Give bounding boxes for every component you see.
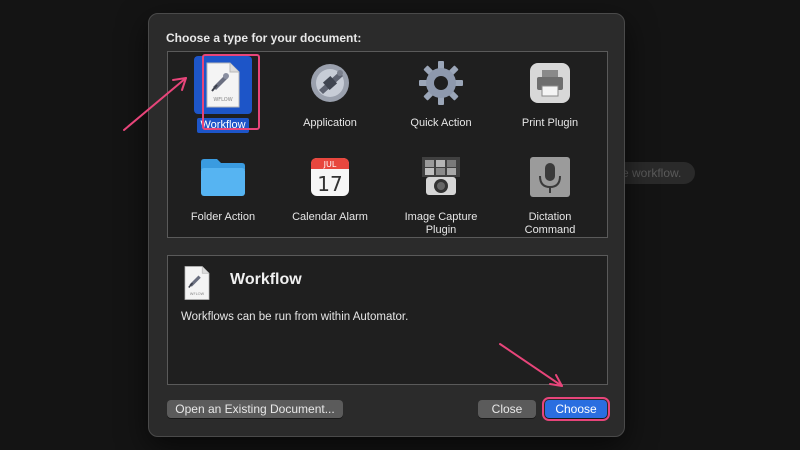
description-title: Workflow xyxy=(230,271,302,288)
description-text: Workflows can be run from within Automat… xyxy=(181,311,409,323)
description-panel: WFLOW Workflow Workflows can be run from… xyxy=(167,255,608,385)
folder-icon xyxy=(194,148,252,206)
open-existing-button[interactable]: Open an Existing Document... xyxy=(167,400,343,418)
type-label: Application xyxy=(303,117,357,129)
svg-text:JUL: JUL xyxy=(323,160,337,169)
type-label: Quick Action xyxy=(410,117,472,129)
automator-robot-icon xyxy=(301,54,359,112)
type-quick-action[interactable]: Quick Action xyxy=(391,54,491,131)
type-label: Image Capture Plugin xyxy=(404,211,478,236)
calendar-icon: JUL 17 xyxy=(301,148,359,206)
camera-icon xyxy=(412,148,470,206)
workflow-document-icon: WFLOW xyxy=(194,56,252,114)
svg-text:WFLOW: WFLOW xyxy=(213,97,232,103)
choose-button[interactable]: Choose xyxy=(542,397,610,421)
type-workflow[interactable]: WFLOW Workflow xyxy=(173,54,273,133)
type-calendar-alarm[interactable]: JUL 17 Calendar Alarm xyxy=(280,148,380,225)
type-image-capture-plugin[interactable]: Image Capture Plugin xyxy=(391,148,491,238)
type-label: Folder Action xyxy=(190,211,256,223)
type-dictation-command[interactable]: Dictation Command xyxy=(500,148,600,238)
workflow-document-icon: WFLOW xyxy=(182,264,212,307)
type-application[interactable]: Application xyxy=(280,54,380,131)
dialog-prompt: Choose a type for your document: xyxy=(166,31,362,45)
type-folder-action[interactable]: Folder Action xyxy=(173,148,273,225)
type-label: Calendar Alarm xyxy=(292,211,368,223)
svg-text:WFLOW: WFLOW xyxy=(190,292,205,296)
microphone-icon xyxy=(521,148,579,206)
printer-icon xyxy=(521,54,579,112)
type-grid: WFLOW Workflow Application Quick Action … xyxy=(167,51,608,238)
close-button[interactable]: Close xyxy=(478,400,536,418)
svg-text:17: 17 xyxy=(317,172,342,196)
type-label: Dictation Command xyxy=(524,211,576,236)
type-label: Print Plugin xyxy=(521,117,579,129)
type-label: Workflow xyxy=(197,118,249,133)
document-type-dialog: Choose a type for your document: WFLOW W… xyxy=(148,13,625,437)
type-print-plugin[interactable]: Print Plugin xyxy=(500,54,600,131)
gear-icon xyxy=(412,54,470,112)
